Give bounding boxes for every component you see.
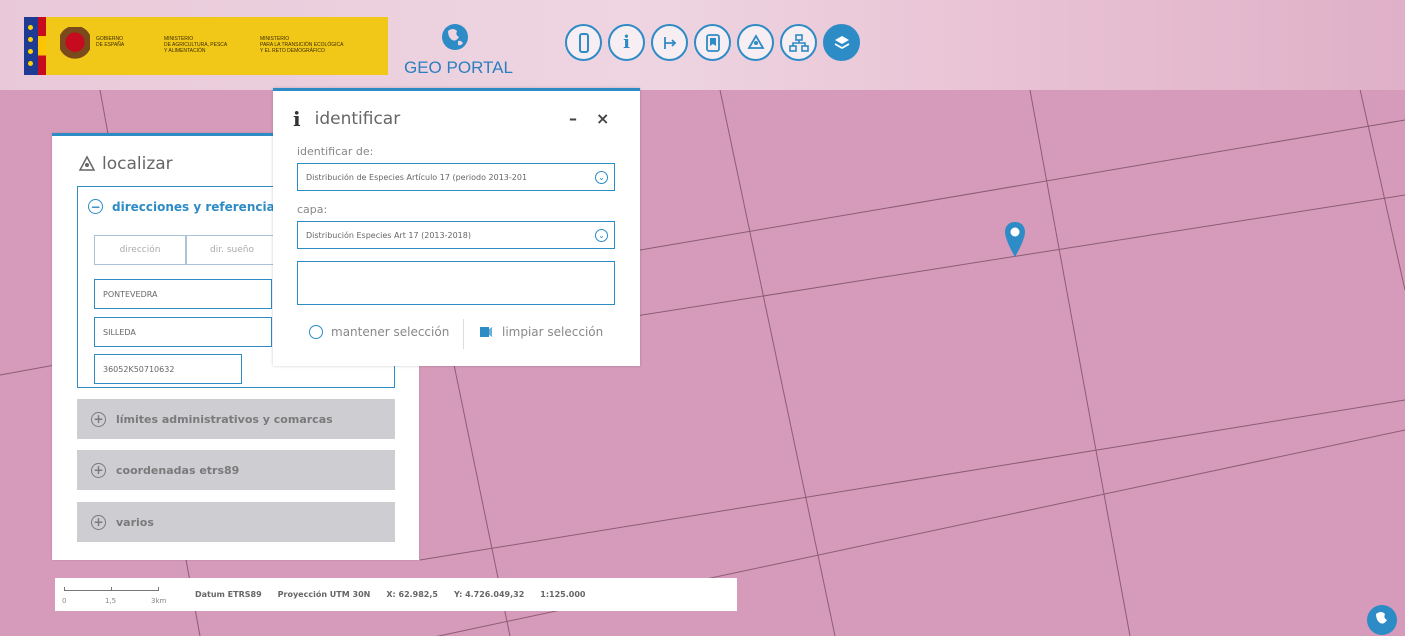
address-tabs: dirección dir. sueño	[94, 235, 278, 265]
expand-icon: +	[91, 514, 106, 530]
keep-selection-radio[interactable]	[309, 325, 323, 339]
cadastral-reference-field[interactable]: 36052K50710632	[94, 354, 242, 384]
expand-icon: +	[91, 411, 106, 427]
scale-label-0: 0	[62, 597, 67, 605]
identificar-panel: i identificar – × identificar de: Distri…	[273, 88, 640, 366]
layers-tool-button[interactable]	[823, 24, 860, 61]
portal-name: GEO PORTAL	[404, 58, 513, 77]
keep-selection-option[interactable]: mantener selección	[309, 325, 449, 339]
localizar-title: localizar	[78, 154, 173, 174]
ruler-tool-button[interactable]	[565, 24, 602, 61]
layer-value: Distribución Especies Art 17 (2013-2018)	[306, 230, 471, 240]
misc-section[interactable]: + varios	[77, 502, 395, 542]
keep-selection-label: mantener selección	[331, 325, 450, 339]
identificar-title: i identificar	[293, 107, 400, 131]
ruler-icon	[578, 32, 589, 53]
network-tool-button[interactable]	[780, 24, 817, 61]
layer-label: capa:	[297, 203, 328, 216]
toolbar: i	[565, 24, 860, 64]
scale-label-end: 3km	[151, 597, 167, 605]
identify-from-select[interactable]: Distribución de Especies Artículo 17 (pe…	[297, 163, 615, 191]
government-logo: GOBIERNO DE ESPAÑA MINISTERIO DE AGRICUL…	[24, 17, 388, 75]
measure-icon	[663, 36, 676, 49]
identify-from-label: identificar de:	[297, 145, 374, 158]
info-tool-button[interactable]: i	[608, 24, 645, 61]
info-icon: i	[293, 107, 301, 131]
misc-label: varios	[116, 515, 154, 529]
layers-icon	[834, 35, 849, 49]
coordinates-section[interactable]: + coordenadas etrs89	[77, 450, 395, 490]
map-scale: 1:125.000	[540, 590, 586, 599]
eraser-icon	[480, 327, 492, 337]
datum-label: Datum ETRS89	[195, 590, 262, 599]
addresses-section-header[interactable]: − direcciones y referencias c	[88, 199, 293, 214]
chevron-down-icon: ⌄	[595, 229, 608, 242]
addresses-section-title: direcciones y referencias c	[112, 199, 294, 214]
globe-button-icon[interactable]	[1367, 605, 1397, 635]
header-bar: GOBIERNO DE ESPAÑA MINISTERIO DE AGRICUL…	[0, 0, 1405, 90]
locate-icon	[746, 33, 765, 49]
clear-selection-label: limpiar selección	[502, 325, 604, 339]
bookmark-tool-button[interactable]	[694, 24, 731, 61]
network-icon	[788, 33, 809, 52]
geo-portal-logo[interactable]: GEO PORTAL	[404, 22, 514, 78]
chevron-down-icon: ⌄	[595, 171, 608, 184]
admin-limits-label: límites administrativos y comarcas	[116, 412, 333, 426]
globe-logo-icon	[442, 24, 468, 50]
tab-address-alt[interactable]: dir. sueño	[186, 235, 278, 265]
locate-tool-button[interactable]	[737, 24, 774, 61]
status-bar: 0 1,5 3km Datum ETRS89 Proyección UTM 30…	[55, 578, 737, 611]
y-coordinate: Y: 4.726.049,32	[453, 590, 525, 599]
layer-select[interactable]: Distribución Especies Art 17 (2013-2018)…	[297, 221, 615, 249]
scale-label-mid: 1,5	[105, 597, 117, 605]
collapse-icon: −	[88, 199, 103, 214]
measure-tool-button[interactable]	[651, 24, 688, 61]
coat-of-arms-icon	[60, 27, 90, 65]
x-coordinate: X: 62.982,5	[386, 590, 438, 599]
info-icon: i	[623, 32, 630, 53]
province-field[interactable]: PONTEVEDRA	[94, 279, 272, 309]
minimize-button[interactable]: –	[569, 109, 577, 128]
eu-flag-icon	[24, 17, 38, 75]
locate-icon	[78, 155, 96, 171]
bookmark-icon	[705, 33, 720, 52]
close-button[interactable]: ×	[596, 109, 609, 128]
map-pin-icon[interactable]	[1004, 221, 1026, 259]
gov-logo-text-1: GOBIERNO DE ESPAÑA	[96, 36, 125, 48]
gov-logo-text-2: MINISTERIO DE AGRICULTURA, PESCA Y ALIME…	[164, 36, 228, 54]
identify-from-value: Distribución de Especies Artículo 17 (pe…	[306, 172, 528, 182]
divider	[463, 319, 464, 349]
admin-limits-section[interactable]: + límites administrativos y comarcas	[77, 399, 395, 439]
identificar-title-text: identificar	[314, 109, 401, 129]
identify-results-box[interactable]	[297, 261, 615, 305]
tab-address[interactable]: dirección	[94, 235, 186, 265]
gov-logo-text-3: MINISTERIO PARA LA TRANSICIÓN ECOLÓGICA …	[260, 36, 344, 54]
projection-label: Proyección UTM 30N	[277, 590, 371, 599]
localizar-title-text: localizar	[102, 154, 173, 174]
scale-bar: 0 1,5 3km	[55, 578, 195, 611]
clear-selection-button[interactable]: limpiar selección	[479, 325, 603, 339]
municipality-field[interactable]: SILLEDA	[94, 317, 272, 347]
expand-icon: +	[91, 462, 106, 478]
coordinates-label: coordenadas etrs89	[116, 463, 240, 477]
